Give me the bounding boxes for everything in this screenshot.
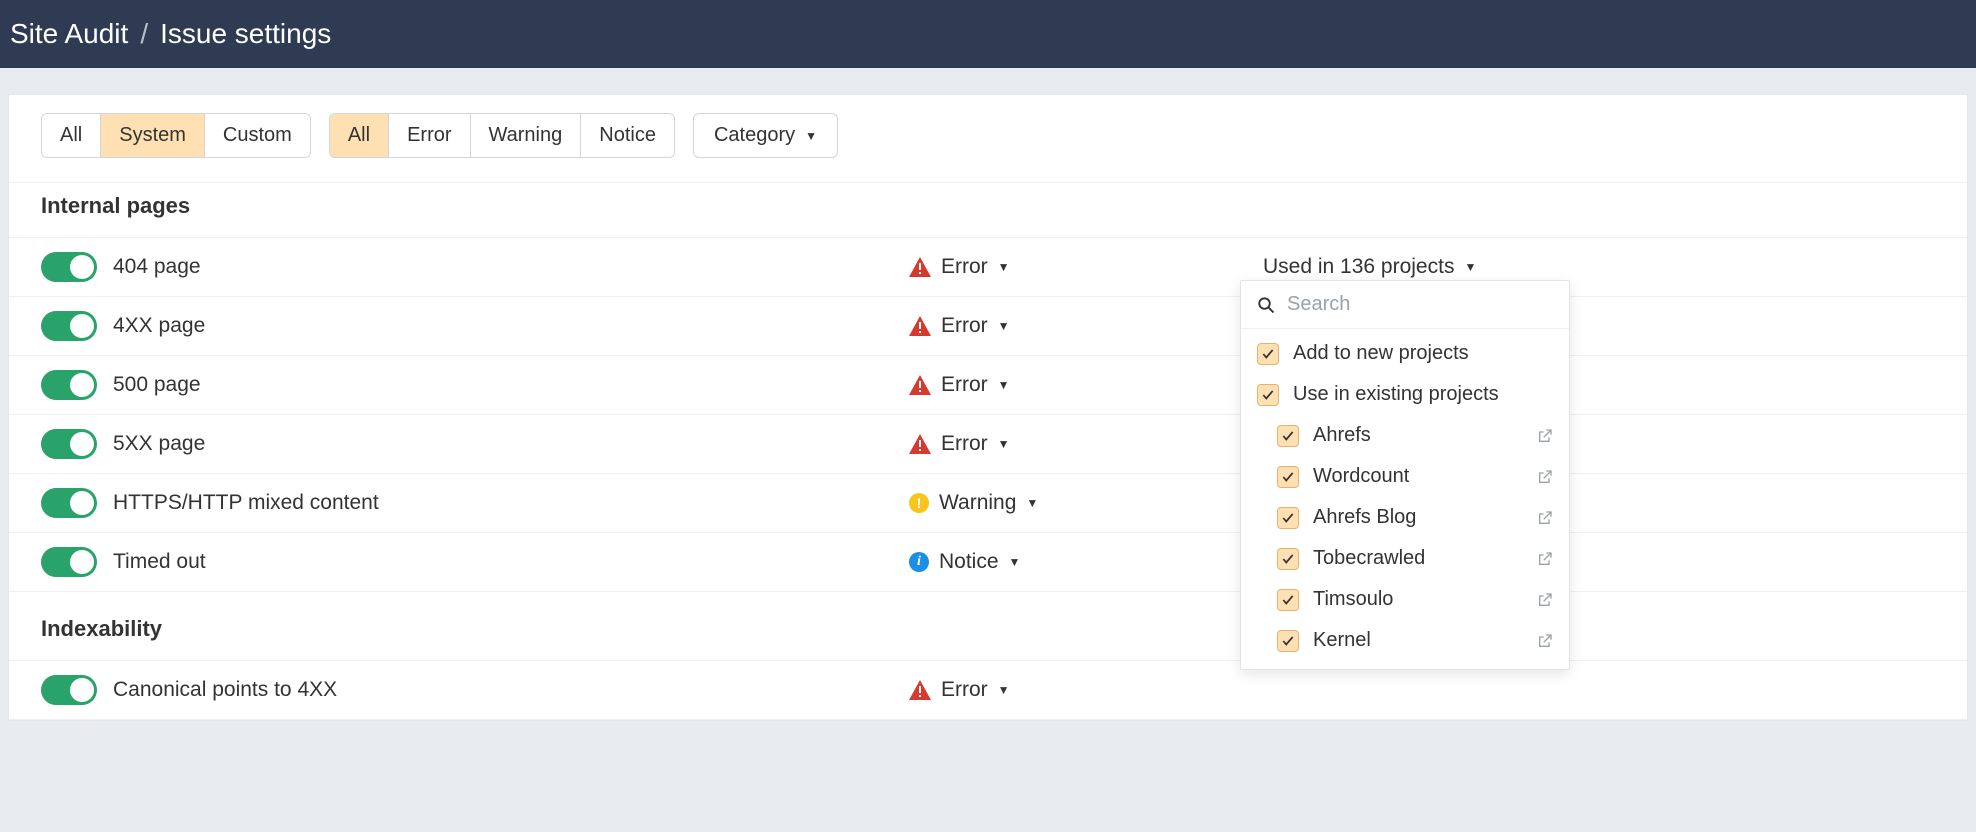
severity-select[interactable]: Error ▼ [909, 373, 1010, 397]
severity-select[interactable]: i Notice ▼ [909, 550, 1020, 574]
source-filter-group: All System Custom [41, 113, 311, 158]
issue-row: Canonical points to 4XX Error ▼ [9, 660, 1967, 720]
section-title: Indexability [9, 592, 1967, 660]
filter-severity-error[interactable]: Error [389, 114, 470, 157]
search-icon [1257, 296, 1275, 314]
severity-select[interactable]: Error ▼ [909, 314, 1010, 338]
external-link-icon[interactable] [1537, 592, 1553, 608]
filter-severity-all[interactable]: All [330, 114, 389, 157]
checkbox-checked-icon[interactable] [1277, 589, 1299, 611]
external-link-icon[interactable] [1537, 469, 1553, 485]
issue-row: 404 page Error ▼ Used in 136 projects ▼ [9, 237, 1967, 296]
external-link-icon[interactable] [1537, 633, 1553, 649]
error-icon [909, 374, 931, 396]
issue-toggle[interactable] [41, 252, 97, 282]
checkbox-checked-icon[interactable] [1277, 425, 1299, 447]
issue-row: 5XX page Error ▼ [9, 414, 1967, 473]
caret-down-icon: ▼ [998, 378, 1010, 392]
caret-down-icon: ▼ [1026, 496, 1038, 510]
error-icon [909, 679, 931, 701]
filter-source-system[interactable]: System [101, 114, 205, 157]
filter-severity-warning[interactable]: Warning [471, 114, 582, 157]
popover-project-item[interactable]: Timsoulo [1241, 579, 1569, 620]
issue-name: 5XX page [113, 432, 1935, 456]
caret-down-icon: ▼ [998, 437, 1010, 451]
error-icon [909, 256, 931, 278]
popover-search [1241, 281, 1569, 329]
severity-select[interactable]: Error ▼ [909, 432, 1010, 456]
issue-row: 4XX page Error ▼ [9, 296, 1967, 355]
warning-icon: ! [909, 493, 929, 513]
filter-source-all[interactable]: All [42, 114, 101, 157]
severity-select[interactable]: Error ▼ [909, 678, 1010, 702]
filter-category-label: Category [714, 124, 795, 147]
issue-toggle[interactable] [41, 675, 97, 705]
severity-select[interactable]: ! Warning ▼ [909, 491, 1038, 515]
issue-name: 4XX page [113, 314, 1935, 338]
issue-row: HTTPS/HTTP mixed content ! Warning ▼ [9, 473, 1967, 532]
severity-filter-group: All Error Warning Notice [329, 113, 675, 158]
checkbox-checked-icon[interactable] [1277, 548, 1299, 570]
issue-name: Timed out [113, 550, 1935, 574]
section-title: Internal pages [9, 183, 1967, 237]
error-icon [909, 433, 931, 455]
breadcrumb-parent[interactable]: Site Audit [10, 18, 128, 50]
external-link-icon[interactable] [1537, 428, 1553, 444]
issue-name: 404 page [113, 255, 1935, 279]
projects-select[interactable]: Used in 136 projects ▼ [1263, 255, 1476, 279]
issue-name: Canonical points to 4XX [113, 678, 1935, 702]
popover-project-item[interactable]: Ahrefs [1241, 415, 1569, 456]
issue-row: Timed out i Notice ▼ [9, 532, 1967, 592]
filter-source-custom[interactable]: Custom [205, 114, 310, 157]
severity-select[interactable]: Error ▼ [909, 255, 1010, 279]
filter-severity-notice[interactable]: Notice [581, 114, 674, 157]
filters-toolbar: All System Custom All Error Warning Noti… [9, 95, 1967, 183]
issue-toggle[interactable] [41, 429, 97, 459]
caret-down-icon: ▼ [998, 260, 1010, 274]
issue-list-indexability: Canonical points to 4XX Error ▼ [9, 660, 1967, 720]
issue-list-internal-pages: 404 page Error ▼ Used in 136 projects ▼ … [9, 237, 1967, 592]
external-link-icon[interactable] [1537, 551, 1553, 567]
issue-row: 500 page Error ▼ [9, 355, 1967, 414]
popover-search-input[interactable] [1287, 293, 1553, 316]
checkbox-checked-icon[interactable] [1277, 466, 1299, 488]
notice-icon: i [909, 552, 929, 572]
breadcrumb-current: Issue settings [160, 18, 331, 50]
popover-project-item[interactable]: Ahrefs Blog [1241, 497, 1569, 538]
caret-down-icon: ▼ [805, 129, 817, 143]
filter-category-dropdown[interactable]: Category ▼ [693, 113, 838, 158]
breadcrumb: Site Audit / Issue settings [0, 0, 1976, 68]
issue-toggle[interactable] [41, 547, 97, 577]
caret-down-icon: ▼ [1009, 555, 1021, 569]
checkbox-checked-icon[interactable] [1277, 507, 1299, 529]
popover-add-new-projects[interactable]: Add to new projects [1241, 333, 1569, 374]
issue-toggle[interactable] [41, 311, 97, 341]
caret-down-icon: ▼ [1464, 260, 1476, 274]
error-icon [909, 315, 931, 337]
popover-use-existing[interactable]: Use in existing projects [1241, 374, 1569, 415]
issue-toggle[interactable] [41, 488, 97, 518]
popover-project-item[interactable]: Wordcount [1241, 456, 1569, 497]
popover-project-item[interactable]: Kernel [1241, 620, 1569, 661]
issue-toggle[interactable] [41, 370, 97, 400]
projects-popover: Add to new projects Use in existing proj… [1240, 280, 1570, 670]
issue-name: 500 page [113, 373, 1935, 397]
breadcrumb-separator: / [140, 18, 148, 50]
popover-body: Add to new projects Use in existing proj… [1241, 329, 1569, 669]
caret-down-icon: ▼ [998, 319, 1010, 333]
external-link-icon[interactable] [1537, 510, 1553, 526]
checkbox-checked-icon[interactable] [1257, 343, 1279, 365]
settings-panel: All System Custom All Error Warning Noti… [8, 94, 1968, 721]
checkbox-checked-icon[interactable] [1257, 384, 1279, 406]
checkbox-checked-icon[interactable] [1277, 630, 1299, 652]
caret-down-icon: ▼ [998, 683, 1010, 697]
popover-project-item[interactable]: Tobecrawled [1241, 538, 1569, 579]
